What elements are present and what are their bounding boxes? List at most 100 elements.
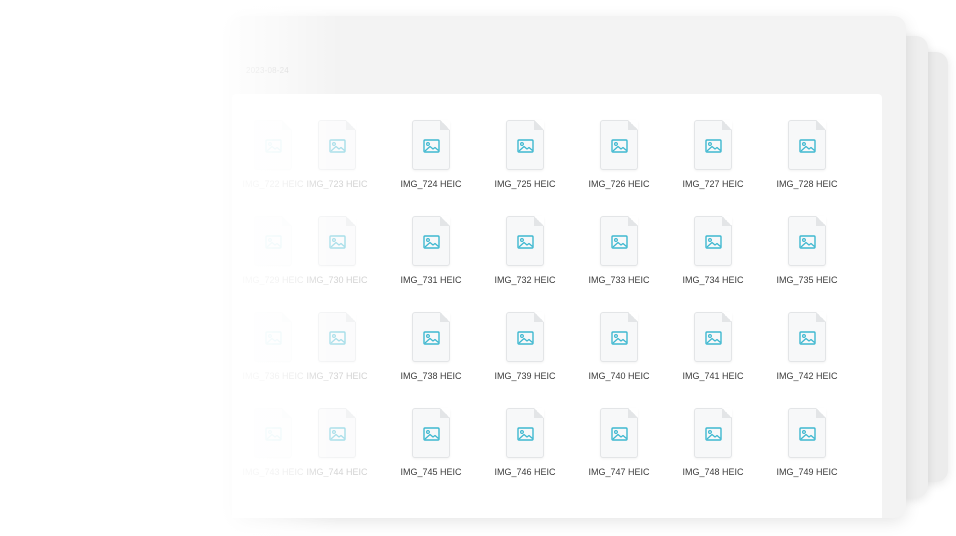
file-name: IMG_740 HEIC	[588, 371, 650, 381]
file-item[interactable]: IMG_730 HEIC	[292, 216, 382, 298]
file-document	[694, 408, 732, 458]
image-file-icon	[329, 139, 346, 153]
image-file-icon	[265, 427, 282, 441]
file-document	[600, 312, 638, 362]
file-item[interactable]: IMG_737 HEIC	[292, 312, 382, 394]
file-item[interactable]: IMG_725 HEIC	[480, 120, 570, 202]
image-file-icon	[329, 427, 346, 441]
file-name: IMG_728 HEIC	[776, 179, 838, 189]
image-file-icon	[423, 235, 440, 249]
file-name: IMG_738 HEIC	[400, 371, 462, 381]
image-file-icon	[265, 331, 282, 345]
file-document	[506, 216, 544, 266]
file-item[interactable]: IMG_741 HEIC	[668, 312, 758, 394]
image-file-icon	[611, 331, 628, 345]
image-file-icon	[423, 139, 440, 153]
file-document	[506, 120, 544, 170]
file-item[interactable]: IMG_728 HEIC	[762, 120, 852, 202]
file-item[interactable]: IMG_726 HEIC	[574, 120, 664, 202]
image-file-icon	[517, 331, 534, 345]
file-document	[318, 408, 356, 458]
file-name: IMG_733 HEIC	[588, 275, 650, 285]
file-item[interactable]: IMG_739 HEIC	[480, 312, 570, 394]
file-document	[254, 216, 292, 266]
date-label: 2023-08-24	[246, 66, 289, 75]
file-item[interactable]: IMG_735 HEIC	[762, 216, 852, 298]
file-item[interactable]: IMG_732 HEIC	[480, 216, 570, 298]
file-name: IMG_746 HEIC	[494, 467, 556, 477]
file-item[interactable]: IMG_723 HEIC	[292, 120, 382, 202]
image-file-icon	[329, 235, 346, 249]
file-name: IMG_739 HEIC	[494, 371, 556, 381]
file-name: IMG_747 HEIC	[588, 467, 650, 477]
file-name: IMG_723 HEIC	[306, 179, 368, 189]
file-name: IMG_742 HEIC	[776, 371, 838, 381]
image-file-icon	[705, 235, 722, 249]
image-file-icon	[265, 139, 282, 153]
file-document	[600, 408, 638, 458]
file-document	[254, 408, 292, 458]
file-document	[506, 312, 544, 362]
image-file-icon	[799, 235, 816, 249]
image-file-icon	[517, 235, 534, 249]
image-file-icon	[799, 427, 816, 441]
image-file-icon	[705, 427, 722, 441]
file-item[interactable]: IMG_749 HEIC	[762, 408, 852, 490]
image-file-icon	[611, 139, 628, 153]
file-item[interactable]: IMG_744 HEIC	[292, 408, 382, 490]
file-item[interactable]: IMG_746 HEIC	[480, 408, 570, 490]
file-document	[318, 216, 356, 266]
file-name: IMG_730 HEIC	[306, 275, 368, 285]
file-document	[412, 408, 450, 458]
file-document	[694, 312, 732, 362]
image-file-icon	[705, 331, 722, 345]
file-name: IMG_727 HEIC	[682, 179, 744, 189]
file-document	[788, 120, 826, 170]
file-name: IMG_748 HEIC	[682, 467, 744, 477]
file-document	[788, 312, 826, 362]
file-name: IMG_741 HEIC	[682, 371, 744, 381]
file-document	[788, 216, 826, 266]
image-file-icon	[265, 235, 282, 249]
file-item[interactable]: IMG_733 HEIC	[574, 216, 664, 298]
image-file-icon	[705, 139, 722, 153]
file-item[interactable]: IMG_727 HEIC	[668, 120, 758, 202]
image-file-icon	[517, 139, 534, 153]
file-document	[318, 120, 356, 170]
file-document	[788, 408, 826, 458]
file-item[interactable]: IMG_738 HEIC	[386, 312, 476, 394]
file-document	[600, 120, 638, 170]
file-name: IMG_725 HEIC	[494, 179, 556, 189]
file-document	[694, 120, 732, 170]
file-document	[694, 216, 732, 266]
file-document	[412, 216, 450, 266]
file-document	[412, 120, 450, 170]
image-file-icon	[799, 139, 816, 153]
file-document	[318, 312, 356, 362]
file-item[interactable]: IMG_747 HEIC	[574, 408, 664, 490]
file-item[interactable]: IMG_731 HEIC	[386, 216, 476, 298]
image-file-icon	[423, 331, 440, 345]
file-item[interactable]: IMG_748 HEIC	[668, 408, 758, 490]
file-name: IMG_735 HEIC	[776, 275, 838, 285]
file-item[interactable]: IMG_740 HEIC	[574, 312, 664, 394]
file-document	[506, 408, 544, 458]
file-name: IMG_749 HEIC	[776, 467, 838, 477]
file-item[interactable]: IMG_745 HEIC	[386, 408, 476, 490]
file-name: IMG_734 HEIC	[682, 275, 744, 285]
file-name: IMG_724 HEIC	[400, 179, 462, 189]
file-name: IMG_732 HEIC	[494, 275, 556, 285]
file-document	[412, 312, 450, 362]
image-file-icon	[799, 331, 816, 345]
file-document	[254, 120, 292, 170]
image-file-icon	[611, 427, 628, 441]
image-file-icon	[611, 235, 628, 249]
file-document	[254, 312, 292, 362]
file-name: IMG_745 HEIC	[400, 467, 462, 477]
image-file-icon	[517, 427, 534, 441]
image-file-icon	[329, 331, 346, 345]
file-name: IMG_726 HEIC	[588, 179, 650, 189]
file-item[interactable]: IMG_734 HEIC	[668, 216, 758, 298]
file-item[interactable]: IMG_724 HEIC	[386, 120, 476, 202]
file-item[interactable]: IMG_742 HEIC	[762, 312, 852, 394]
